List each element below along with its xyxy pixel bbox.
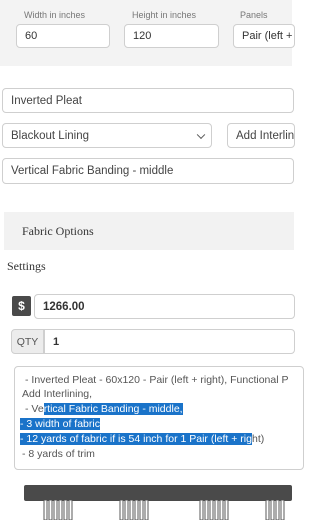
curtain-rod-preview [24, 485, 292, 501]
note-line: - 8 yards of trim [22, 448, 95, 460]
note-line: - Inverted Pleat - 60x120 - Pair (left +… [25, 374, 289, 386]
selected-text: - 3 width of fabric [20, 418, 100, 430]
pleat-value: Inverted Pleat [11, 94, 82, 107]
pleat-select[interactable]: Inverted Pleat [2, 88, 294, 113]
height-input[interactable]: 120 [124, 24, 219, 48]
note-line: Add Interlining, [22, 388, 93, 400]
panels-value: Pair (left + [242, 30, 293, 42]
qty-label-box: QTY [11, 329, 44, 354]
interlining-select[interactable]: Add Interlinin [227, 123, 295, 148]
curtain-rings-preview [43, 500, 285, 520]
qty-input[interactable]: 1 [44, 329, 295, 354]
dollar-icon: $ [12, 296, 31, 316]
width-label: Width in inches [24, 10, 86, 20]
qty-label: QTY [16, 335, 39, 348]
currency-symbol: $ [18, 299, 25, 313]
note-line: - 12 yards of fabric if is 54 inch for 1… [20, 433, 264, 445]
fabric-options-title: Fabric Options [22, 224, 94, 238]
width-value: 60 [25, 30, 38, 42]
chevron-down-icon [196, 130, 206, 139]
banding-value: Vertical Fabric Banding - middle [11, 165, 174, 177]
price-input[interactable]: 1266.00 [34, 294, 295, 319]
interlining-value: Add Interlinin [236, 129, 295, 142]
note-line: - Vertical Fabric Banding - middle, [25, 403, 183, 415]
qty-value: 1 [53, 335, 60, 348]
note-line: - 3 width of fabric [20, 418, 100, 430]
selected-text: rtical Fabric Banding - middle, [43, 403, 183, 415]
width-input[interactable]: 60 [16, 24, 110, 48]
price-value: 1266.00 [43, 300, 85, 313]
note-text: ht) [251, 433, 265, 445]
height-label: Height in inches [132, 10, 197, 20]
height-value: 120 [133, 30, 152, 42]
banding-select[interactable]: Vertical Fabric Banding - middle [2, 158, 294, 184]
notes-textarea[interactable]: - Inverted Pleat - 60x120 - Pair (left +… [14, 366, 304, 470]
settings-label: Settings [7, 259, 46, 273]
selected-text: - 12 yards of fabric if is 54 inch for 1… [20, 433, 252, 445]
lining-value: Blackout Lining [11, 129, 89, 142]
panels-select[interactable]: Pair (left + [233, 24, 295, 48]
note-text: - Ve [25, 403, 44, 415]
lining-select[interactable]: Blackout Lining [2, 123, 212, 148]
panels-label: Panels [240, 10, 268, 20]
